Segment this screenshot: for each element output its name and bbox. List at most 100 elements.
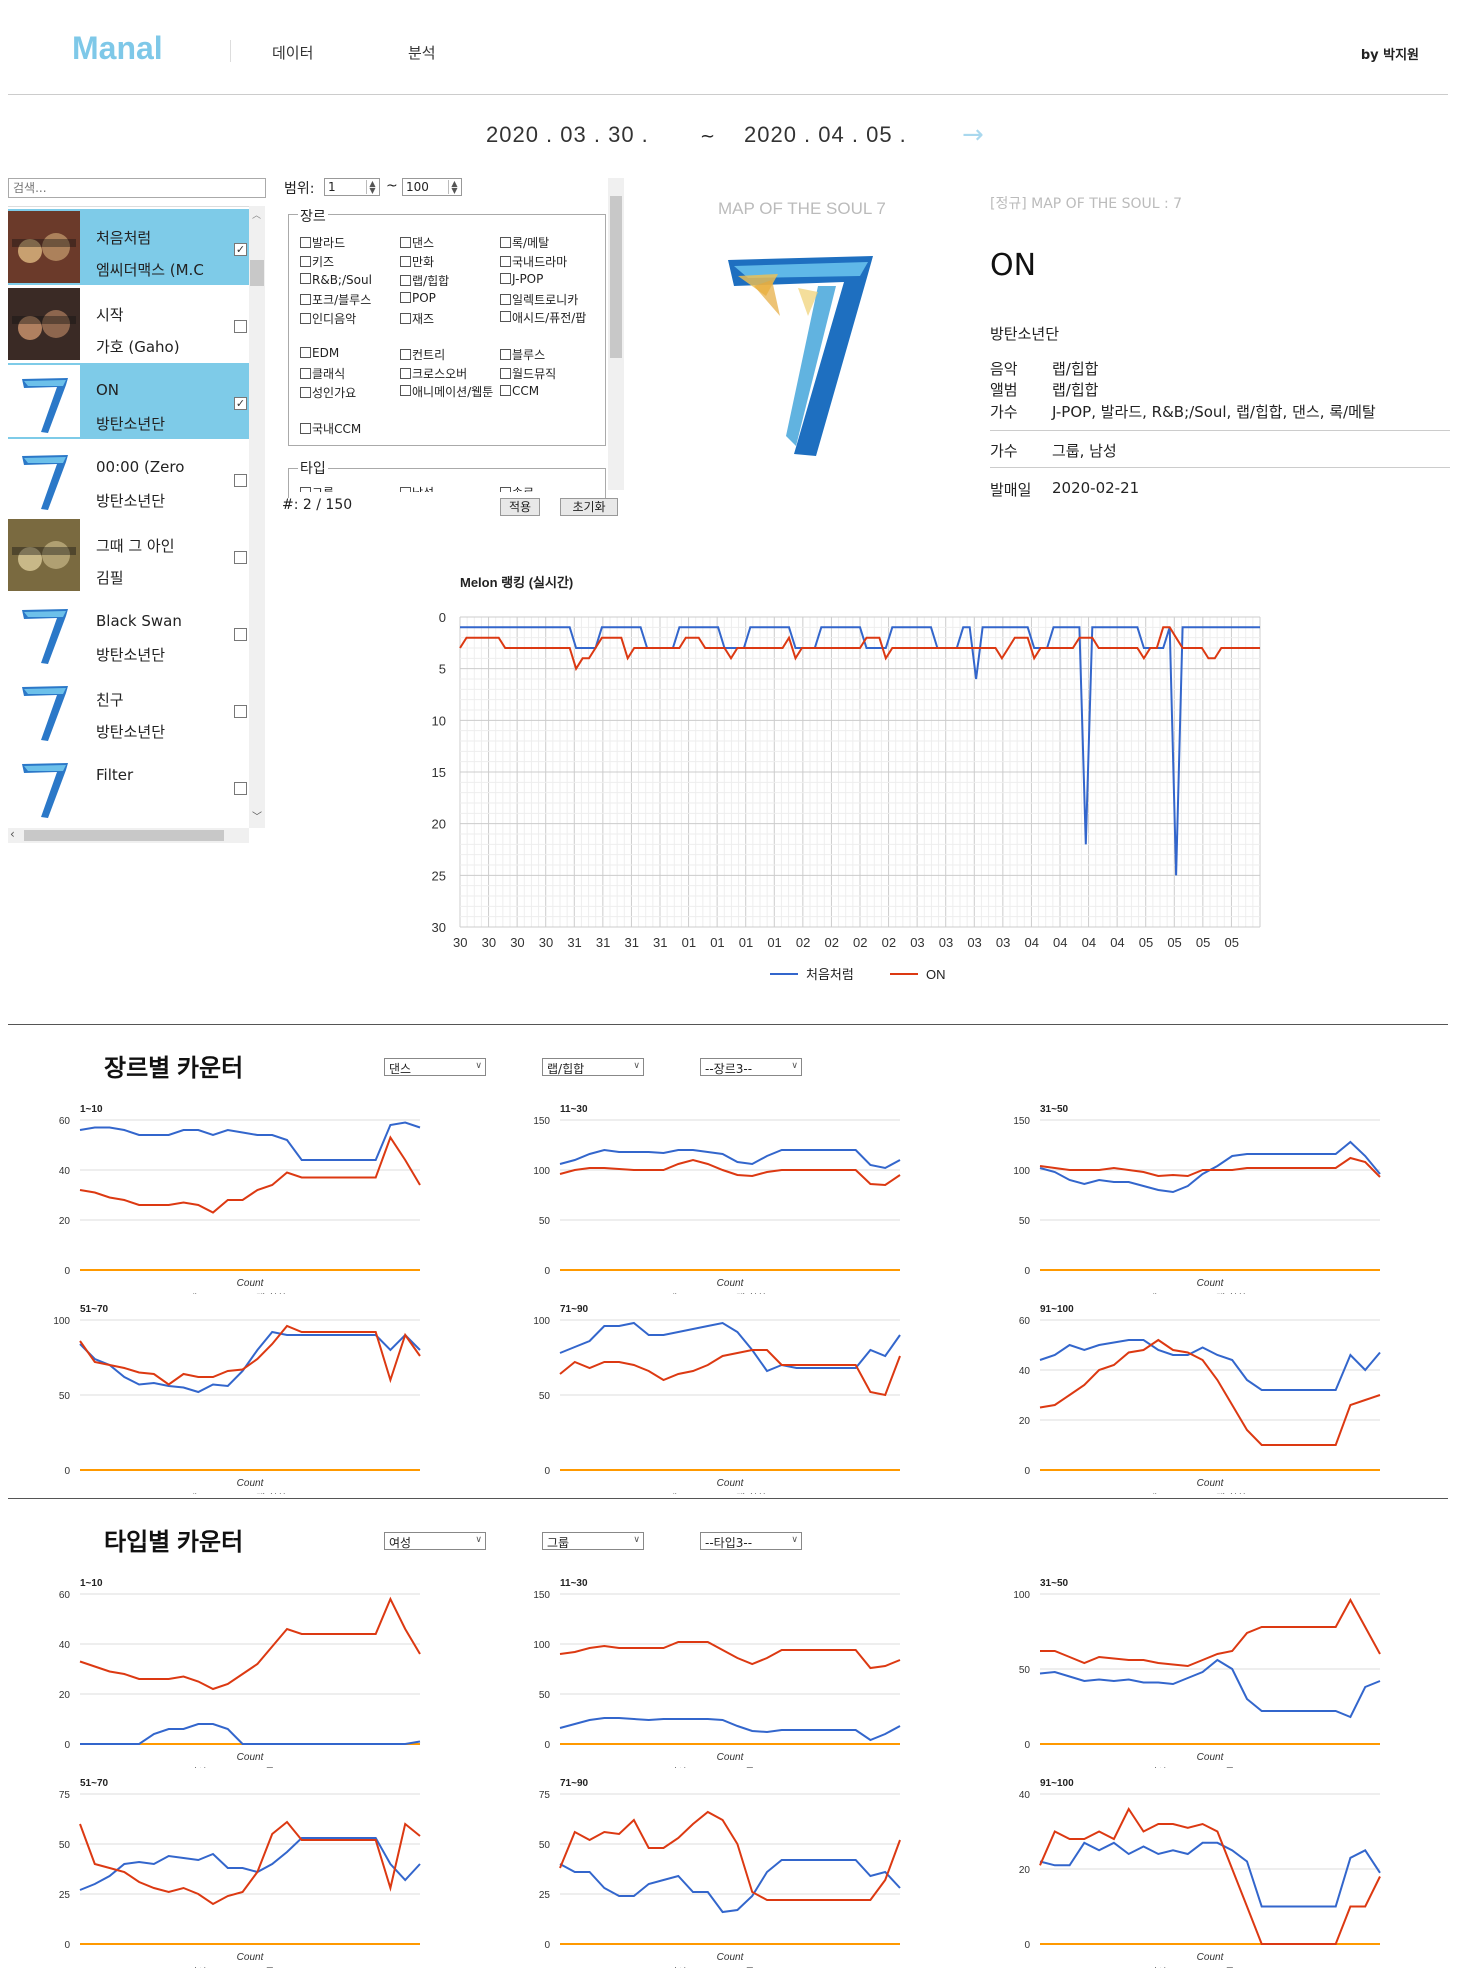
search-input[interactable]: [8, 178, 266, 198]
genre-select-1[interactable]: 댄스 ∨: [384, 1058, 486, 1076]
y-tick-label: 50: [1019, 1665, 1031, 1676]
checkbox[interactable]: [400, 313, 411, 324]
genre-option[interactable]: 댄스: [400, 234, 434, 251]
type-option[interactable]: 남성: [400, 486, 434, 492]
checkbox[interactable]: [400, 292, 411, 303]
spinner-icon[interactable]: ▲ ▼: [366, 180, 378, 195]
x-tick-label: 01: [767, 935, 781, 950]
genre-option[interactable]: 랩/힙합: [400, 272, 449, 289]
song-row[interactable]: 친구 방탄소년단: [8, 671, 249, 747]
song-row[interactable]: 그때 그 아인 김필: [8, 517, 249, 593]
song-row[interactable]: Filter: [8, 748, 249, 824]
logo[interactable]: Manal: [72, 30, 163, 67]
y-tick-label: 50: [59, 1391, 71, 1402]
genre-option[interactable]: 국내드라마: [500, 253, 567, 270]
song-checkbox[interactable]: [234, 705, 247, 718]
type-option[interactable]: 그룹: [300, 486, 334, 492]
checkbox[interactable]: [500, 256, 511, 267]
apply-button[interactable]: 적용: [500, 498, 540, 516]
song-checkbox[interactable]: [234, 551, 247, 564]
nav-analysis[interactable]: 분석: [408, 42, 436, 63]
start-date[interactable]: 2020 . 03 . 30 .: [486, 122, 649, 148]
genre-option[interactable]: R&B;/Soul: [300, 272, 396, 288]
checkbox[interactable]: [400, 256, 411, 267]
checkbox[interactable]: [300, 294, 311, 305]
genre-option[interactable]: 발라드: [300, 234, 345, 251]
type-select-1[interactable]: 여성 ∨: [384, 1532, 486, 1550]
genre-option[interactable]: 애시드/퓨전/팝: [500, 310, 596, 326]
checkbox[interactable]: [300, 423, 311, 434]
checkbox[interactable]: [300, 313, 311, 324]
song-row[interactable]: 처음처럼 엠씨더맥스 (M.C ✓: [8, 209, 249, 285]
song-row[interactable]: Black Swan 방탄소년단: [8, 594, 249, 670]
checkbox[interactable]: [500, 294, 511, 305]
song-row[interactable]: 시작 가호 (Gaho): [8, 286, 249, 362]
checkbox[interactable]: [400, 385, 411, 396]
checkbox[interactable]: [500, 311, 511, 322]
spinner-icon[interactable]: ▲ ▼: [448, 180, 460, 195]
type-option[interactable]: 솔로: [500, 486, 534, 492]
genre-option[interactable]: 포크/블루스: [300, 291, 371, 308]
scroll-left-icon[interactable]: ‹: [10, 827, 15, 841]
genre-option[interactable]: EDM: [300, 346, 339, 360]
next-arrow-icon[interactable]: →: [962, 120, 984, 150]
checkbox[interactable]: [500, 237, 511, 248]
checkbox[interactable]: [400, 237, 411, 248]
genre-option[interactable]: POP: [400, 291, 436, 305]
type-select-2[interactable]: 그룹 ∨: [542, 1532, 644, 1550]
song-checkbox[interactable]: ✓: [234, 243, 247, 256]
end-date[interactable]: 2020 . 04 . 05 .: [744, 122, 907, 148]
checkbox[interactable]: [300, 256, 311, 267]
genre-option[interactable]: 국내CCM: [300, 420, 361, 437]
checkbox[interactable]: [300, 368, 311, 379]
song-list-scroll-thumb[interactable]: [250, 260, 264, 286]
genre-select-2[interactable]: 랩/힙합 ∨: [542, 1058, 644, 1076]
range-from-input[interactable]: 1 ▲ ▼: [324, 178, 380, 196]
checkbox[interactable]: [400, 368, 411, 379]
checkbox[interactable]: [500, 273, 511, 284]
type-select-3[interactable]: --타입3-- ∨: [700, 1532, 802, 1550]
genre-select-3[interactable]: --장르3-- ∨: [700, 1058, 802, 1076]
song-checkbox[interactable]: ✓: [234, 397, 247, 410]
reset-button[interactable]: 초기화: [560, 498, 618, 516]
genre-option[interactable]: 애니메이션/웹툰: [400, 384, 496, 400]
genre-option[interactable]: J-POP: [500, 272, 543, 286]
genre-option[interactable]: 만화: [400, 253, 434, 270]
genre-option[interactable]: 크로스오버: [400, 365, 467, 382]
genre-option[interactable]: 일렉트로니카: [500, 291, 578, 308]
checkbox[interactable]: [400, 349, 411, 360]
song-checkbox[interactable]: [234, 320, 247, 333]
filter-scroll-thumb[interactable]: [610, 196, 622, 358]
checkbox[interactable]: [300, 237, 311, 248]
genre-option[interactable]: 키즈: [300, 253, 334, 270]
genre-option[interactable]: 블루스: [500, 346, 545, 363]
genre-option[interactable]: 컨트리: [400, 346, 445, 363]
genre-option[interactable]: 록/메탈: [500, 234, 549, 251]
song-row[interactable]: 00:00 (Zero 방탄소년단: [8, 440, 249, 516]
nav-data[interactable]: 데이터: [272, 42, 313, 63]
song-checkbox[interactable]: [234, 628, 247, 641]
genre-option[interactable]: 인디음악: [300, 310, 356, 327]
checkbox[interactable]: [500, 385, 511, 396]
checkbox[interactable]: [400, 275, 411, 286]
range-to-input[interactable]: 100 ▲ ▼: [402, 178, 462, 196]
y-tick-label: 0: [544, 1266, 550, 1277]
checkbox[interactable]: [500, 368, 511, 379]
scroll-down-icon[interactable]: ﹀: [252, 808, 262, 823]
checkbox[interactable]: [300, 273, 311, 284]
genre-option[interactable]: 성인가요: [300, 384, 356, 401]
genre-option[interactable]: 클래식: [300, 365, 345, 382]
checkbox[interactable]: [300, 347, 311, 358]
scroll-up-icon[interactable]: ︿: [252, 208, 261, 221]
song-checkbox[interactable]: [234, 782, 247, 795]
genre-option[interactable]: CCM: [500, 384, 539, 398]
legend-label: 댄스: [188, 1293, 206, 1294]
song-row[interactable]: ON 방탄소년단 ✓: [8, 363, 249, 439]
genre-option[interactable]: 월드뮤직: [500, 365, 556, 382]
song-list-scrollbar[interactable]: [249, 206, 265, 828]
genre-option[interactable]: 재즈: [400, 310, 434, 327]
checkbox[interactable]: [500, 349, 511, 360]
checkbox[interactable]: [300, 387, 311, 398]
song-list-hscroll-thumb[interactable]: [24, 830, 224, 841]
song-checkbox[interactable]: [234, 474, 247, 487]
